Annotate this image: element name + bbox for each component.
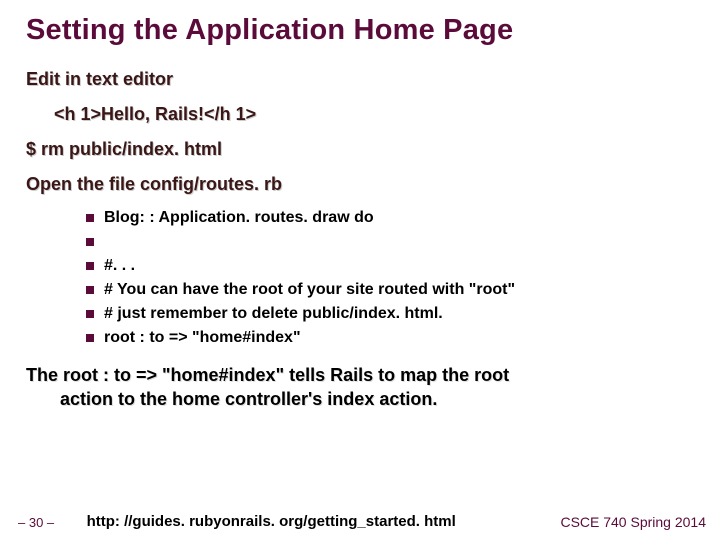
para-line2: action to the home controller's index ac… [60, 387, 694, 411]
step-rm: $ rm public/index. html [26, 139, 694, 160]
list-item: Blog: : Application. routes. draw do [86, 209, 694, 227]
list-item: # You can have the root of your site rou… [86, 281, 694, 299]
step-edit: Edit in text editor [26, 69, 694, 90]
bullet-list: Blog: : Application. routes. draw do #. … [86, 209, 694, 347]
list-item: root : to => "home#index" [86, 329, 694, 347]
step-open: Open the file config/routes. rb [26, 174, 694, 195]
list-item: # just remember to delete public/index. … [86, 305, 694, 323]
para-line1: The root : to => "home#index" tells Rail… [26, 365, 509, 385]
list-item: #. . . [86, 257, 694, 275]
page-title: Setting the Application Home Page [26, 14, 694, 47]
explanation: The root : to => "home#index" tells Rail… [26, 363, 694, 412]
list-item [86, 233, 694, 251]
step-hello: <h 1>Hello, Rails!</h 1> [54, 104, 694, 125]
slide: Setting the Application Home Page Edit i… [0, 0, 720, 412]
footer-url: http: //guides. rubyonrails. org/getting… [87, 513, 456, 530]
page-number: – 30 – [18, 515, 54, 530]
footer: – 30 – http: //guides. rubyonrails. org/… [0, 512, 720, 530]
course-label: CSCE 740 Spring 2014 [560, 514, 706, 530]
